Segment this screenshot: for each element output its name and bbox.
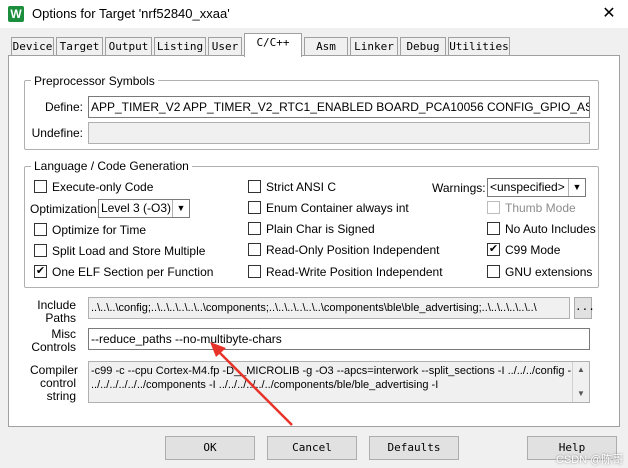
execute-only-checkbox[interactable] — [34, 180, 47, 193]
warnings-select[interactable]: <unspecified> ▼ — [487, 178, 586, 197]
ro-position-label: Read-Only Position Independent — [266, 243, 440, 257]
scroll-up-icon[interactable]: ▲ — [573, 362, 589, 378]
close-icon[interactable]: ✕ — [596, 4, 622, 24]
tab-listing[interactable]: Listing — [154, 37, 206, 56]
watermark: CSDN @陈哥 — [556, 454, 624, 466]
strict-ansi-label: Strict ANSI C — [266, 180, 337, 194]
undefine-label: Undefine: — [31, 126, 83, 140]
tab-debug[interactable]: Debug — [400, 37, 446, 56]
optimization-value: Level 3 (-O3) — [101, 201, 172, 215]
tab-device[interactable]: Device — [11, 37, 54, 56]
compiler-line-2: ../../../../../../components -I ../../..… — [91, 379, 439, 391]
split-load-label: Split Load and Store Multiple — [52, 244, 206, 258]
plain-char-checkbox[interactable] — [248, 222, 261, 235]
rw-position-label: Read-Write Position Independent — [266, 265, 443, 279]
tab-utilities[interactable]: Utilities — [448, 37, 510, 56]
warnings-label: Warnings: — [432, 181, 486, 195]
strict-ansi-checkbox[interactable] — [248, 180, 261, 193]
include-label-line2: Paths — [45, 311, 76, 325]
enum-container-checkbox[interactable] — [248, 201, 261, 214]
defaults-button[interactable]: Defaults — [369, 436, 459, 460]
tab-user[interactable]: User — [208, 37, 242, 56]
thumb-mode-checkbox[interactable] — [487, 201, 500, 214]
window-title: Options for Target 'nrf52840_xxaa' — [32, 6, 230, 21]
scroll-down-icon[interactable]: ▼ — [573, 386, 589, 402]
keil-uvision-icon: W — [8, 6, 24, 22]
plain-char-label: Plain Char is Signed — [266, 222, 375, 236]
tab-linker[interactable]: Linker — [350, 37, 398, 56]
chevron-down-icon: ▼ — [172, 200, 189, 217]
tab-c-cpp[interactable]: C/C++ — [244, 33, 302, 57]
ok-button[interactable]: OK — [165, 436, 255, 460]
no-auto-includes-checkbox[interactable] — [487, 222, 500, 235]
compiler-line-1: -c99 -c --cpu Cortex-M4.fp -D__MICROLIB … — [91, 365, 571, 377]
no-auto-includes-label: No Auto Includes — [505, 222, 596, 236]
one-elf-label: One ELF Section per Function — [52, 265, 214, 279]
optimization-label: Optimization: — [30, 202, 101, 216]
thumb-mode-label: Thumb Mode — [505, 201, 576, 215]
misc-label-line1: Misc — [51, 327, 76, 341]
compiler-label-line1: Compiler — [30, 363, 79, 377]
cancel-button[interactable]: Cancel — [267, 436, 357, 460]
compiler-control-string: -c99 -c --cpu Cortex-M4.fp -D__MICROLIB … — [88, 361, 590, 403]
optimize-time-label: Optimize for Time — [52, 223, 147, 237]
language-group-title: Language / Code Generation — [31, 159, 192, 173]
compiler-label-line2: control — [39, 376, 76, 390]
tab-target[interactable]: Target — [56, 37, 103, 56]
tab-output[interactable]: Output — [105, 37, 152, 56]
optimization-select[interactable]: Level 3 (-O3) ▼ — [98, 199, 190, 218]
c99-mode-label: C99 Mode — [505, 243, 561, 257]
include-browse-button[interactable]: ... — [574, 297, 595, 319]
chevron-down-icon: ▼ — [568, 179, 585, 196]
include-paths-field[interactable]: ..\..\..\config;..\..\..\..\..\..\compon… — [88, 297, 570, 319]
optimize-time-checkbox[interactable] — [34, 223, 47, 236]
undefine-field[interactable] — [88, 122, 590, 144]
define-label: Define: — [44, 100, 83, 114]
include-label-line1: Include — [37, 298, 76, 312]
warnings-value: <unspecified> — [490, 180, 565, 194]
gnu-extensions-label: GNU extensions — [505, 265, 593, 279]
enum-container-label: Enum Container always int — [266, 201, 409, 215]
misc-label-line2: Controls — [31, 340, 76, 354]
rw-position-checkbox[interactable] — [248, 265, 261, 278]
define-field[interactable]: APP_TIMER_V2 APP_TIMER_V2_RTC1_ENABLED B… — [88, 96, 590, 118]
gnu-extensions-checkbox[interactable] — [487, 265, 500, 278]
execute-only-label: Execute-only Code — [52, 180, 154, 194]
c99-mode-checkbox[interactable]: ✔ — [487, 243, 500, 256]
one-elf-checkbox[interactable]: ✔ — [34, 265, 47, 278]
compiler-label-line3: string — [46, 389, 76, 403]
compiler-scrollbar[interactable]: ▲ ▼ — [572, 362, 589, 402]
ro-position-checkbox[interactable] — [248, 243, 261, 256]
tab-asm[interactable]: Asm — [304, 37, 348, 56]
misc-controls-field[interactable]: --reduce_paths --no-multibyte-chars — [88, 328, 590, 350]
split-load-checkbox[interactable] — [34, 244, 47, 257]
preprocessor-group-title: Preprocessor Symbols — [31, 74, 158, 88]
